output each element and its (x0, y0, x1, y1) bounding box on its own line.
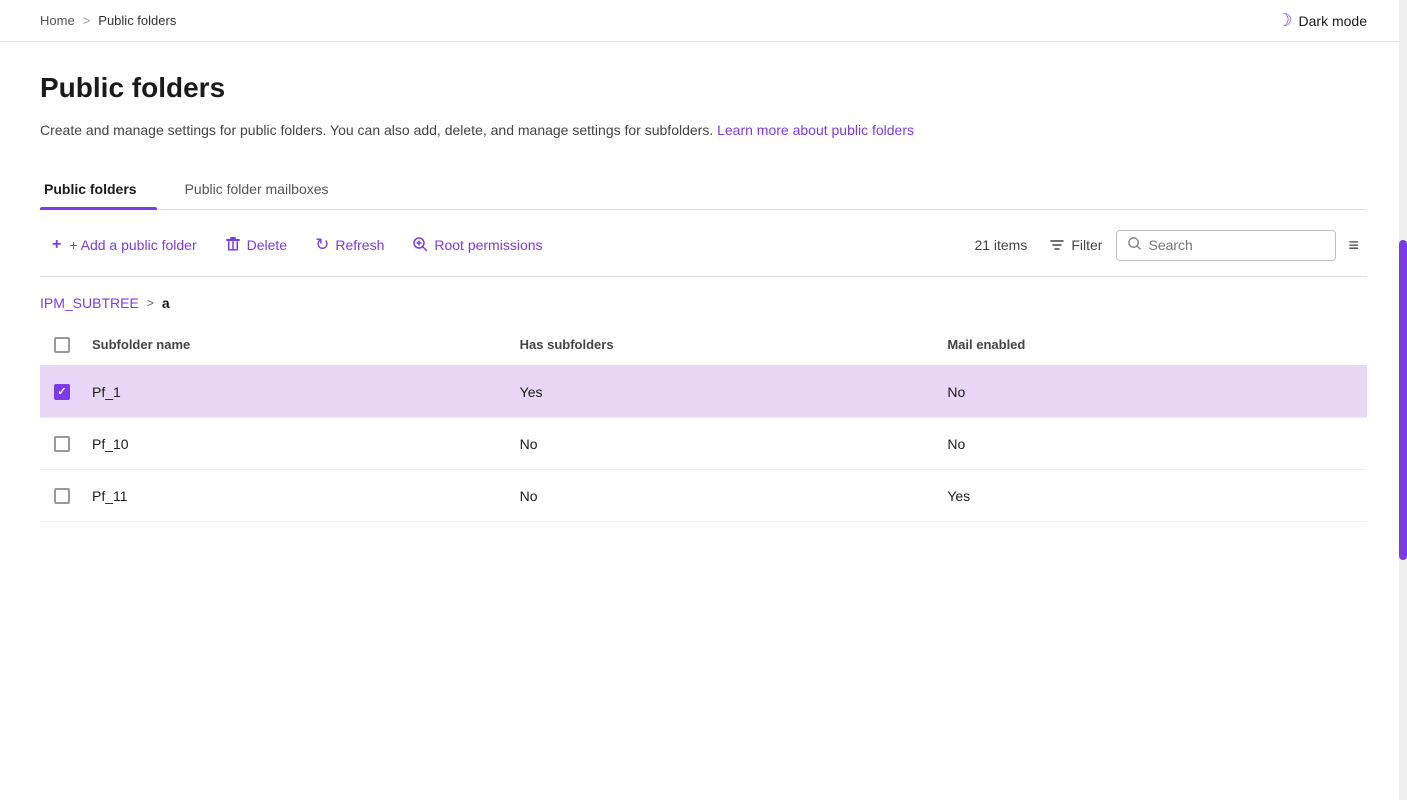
add-public-folder-button[interactable]: + + Add a public folder (40, 229, 209, 261)
breadcrumb-path-current: a (162, 295, 170, 311)
table-row[interactable]: Pf_11 No Yes (40, 470, 1367, 522)
delete-label: Delete (247, 237, 287, 253)
top-bar: Home > Public folders ☽ Dark mode (0, 0, 1407, 42)
dark-mode-button[interactable]: ☽ Dark mode (1276, 10, 1367, 31)
header-mail-enabled: Mail enabled (939, 333, 1367, 357)
view-toggle-button[interactable]: ≡ (1340, 231, 1367, 260)
breadcrumb-path-sep: > (147, 296, 154, 310)
row-folder-name: Pf_10 (84, 424, 512, 464)
breadcrumb-current: Public folders (98, 13, 176, 28)
table-row[interactable]: Pf_10 No No (40, 418, 1367, 470)
row-folder-name: Pf_11 (84, 476, 512, 516)
items-count: 21 items (974, 237, 1027, 253)
table-header: Subfolder name Has subfolders Mail enabl… (40, 325, 1367, 366)
header-has-subfolders: Has subfolders (512, 333, 940, 357)
breadcrumb-root[interactable]: IPM_SUBTREE (40, 295, 139, 311)
scrollbar-thumb[interactable] (1399, 240, 1407, 560)
filter-button[interactable]: Filter (1039, 230, 1112, 260)
learn-more-link[interactable]: Learn more about public folders (717, 122, 914, 138)
header-checkbox-cell (40, 333, 84, 357)
header-subfolder-name: Subfolder name (84, 333, 512, 357)
row-has-subfolders: No (512, 424, 940, 464)
search-icon (1127, 236, 1142, 255)
main-content: Public folders Create and manage setting… (0, 42, 1407, 542)
breadcrumb-separator: > (83, 13, 91, 28)
moon-icon: ☽ (1276, 10, 1292, 31)
row-checkbox[interactable] (54, 488, 70, 504)
table-container: Subfolder name Has subfolders Mail enabl… (40, 325, 1367, 522)
row-mail-enabled: Yes (939, 476, 1367, 516)
scrollbar-track (1399, 0, 1407, 800)
row-has-subfolders: No (512, 476, 940, 516)
add-icon: + (52, 236, 61, 254)
page-description: Create and manage settings for public fo… (40, 120, 1367, 141)
row-mail-enabled: No (939, 424, 1367, 464)
search-box (1116, 230, 1336, 261)
refresh-button[interactable]: ↻ Refresh (303, 228, 396, 262)
row-folder-name: Pf_1 (84, 372, 512, 412)
breadcrumb-home[interactable]: Home (40, 13, 75, 28)
row-checkbox-cell (40, 424, 84, 464)
root-permissions-button[interactable]: Root permissions (400, 229, 554, 262)
delete-button[interactable]: Delete (213, 229, 299, 262)
tab-public-folders[interactable]: Public folders (40, 171, 157, 209)
refresh-icon: ↻ (315, 235, 329, 255)
toolbar: + + Add a public folder Delete ↻ Refresh (40, 210, 1367, 277)
add-label: + Add a public folder (69, 237, 196, 253)
search-input[interactable] (1148, 237, 1325, 253)
tab-public-folder-mailboxes[interactable]: Public folder mailboxes (181, 171, 349, 209)
row-checkbox-cell (40, 476, 84, 516)
row-mail-enabled: No (939, 372, 1367, 412)
table-row[interactable]: Pf_1 Yes No (40, 366, 1367, 418)
description-text: Create and manage settings for public fo… (40, 122, 713, 138)
folder-breadcrumb: IPM_SUBTREE > a (40, 277, 1367, 325)
page-title: Public folders (40, 72, 1367, 104)
view-toggle-icon: ≡ (1348, 235, 1359, 255)
delete-icon (225, 236, 241, 255)
root-permissions-icon (412, 236, 428, 255)
row-checkbox[interactable] (54, 436, 70, 452)
dark-mode-label: Dark mode (1299, 13, 1367, 29)
breadcrumb: Home > Public folders (40, 13, 176, 28)
refresh-label: Refresh (335, 237, 384, 253)
tabs-container: Public folders Public folder mailboxes (40, 171, 1367, 210)
root-permissions-label: Root permissions (434, 237, 542, 253)
row-has-subfolders: Yes (512, 372, 940, 412)
row-checkbox-cell (40, 372, 84, 412)
header-checkbox[interactable] (54, 337, 70, 353)
filter-label: Filter (1071, 237, 1102, 253)
row-checkbox[interactable] (54, 384, 70, 400)
